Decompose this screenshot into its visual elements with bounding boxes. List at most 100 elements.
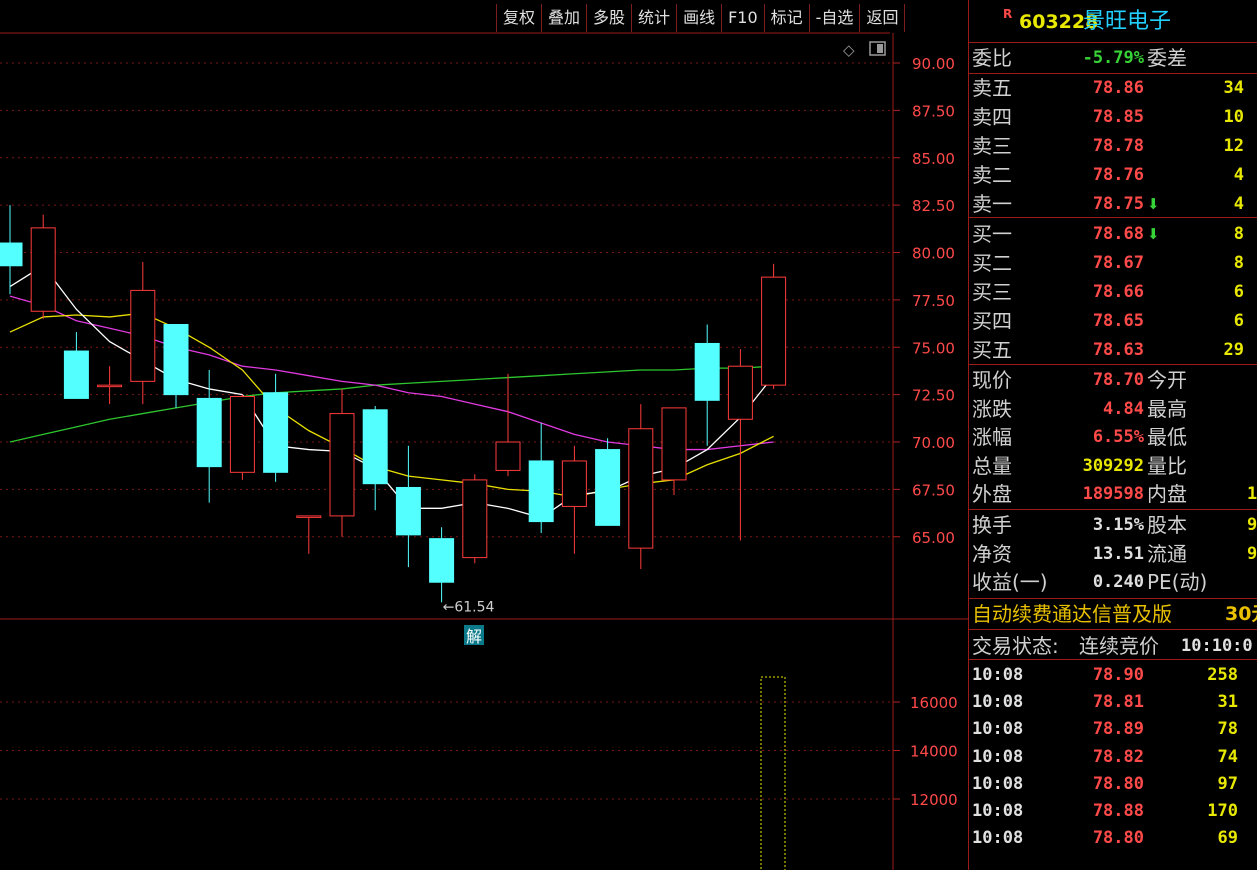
multi-stock-button[interactable]: 多股 [586,4,631,32]
candle-body[interactable] [495,441,521,471]
quote-value: 4.84 [1103,398,1144,419]
tick-time: 10:08 [972,719,1024,740]
statistics-button[interactable]: 统计 [631,4,676,32]
sell-order-row[interactable]: 卖四 78.85 10 [969,103,1257,131]
window-icon-fill [877,44,883,53]
candle-body[interactable] [362,409,388,485]
candle-body[interactable] [628,428,654,549]
candle-body[interactable] [694,342,720,401]
stock-name: 景旺电子 [1083,9,1172,34]
sell-order-price: 78.76 [1092,165,1144,185]
buy-order-volume: 8 [1233,224,1244,244]
buy-order-row[interactable]: 买二 78.67 8 [969,249,1257,277]
buy-order-level-label: 买四 [972,309,1012,333]
candle-body[interactable] [263,392,289,473]
quote-label: 总量 [972,453,1012,478]
candle-body[interactable] [97,384,123,388]
tick-time: 10:08 [972,692,1024,713]
quote-row: 涨幅 6.55% 最低 [969,423,1257,451]
candle-body[interactable] [561,460,587,507]
order-ratio-value: -5.79% [1082,48,1144,68]
sell-order-row[interactable]: 卖五 78.86 34 [969,74,1257,102]
back-button[interactable]: 返回 [859,4,906,32]
candle-body[interactable] [395,486,421,536]
buy-order-volume: 6 [1233,311,1244,331]
tick-row: 10:08 78.80 97 [969,770,1257,798]
sell-order-row[interactable]: 卖一 78.75 ⬇ 4 [969,190,1257,218]
sell-order-volume: 4 [1233,165,1244,185]
down-arrow-icon: ⬇ [1147,195,1160,213]
fundamentals-label-2: 流通 [1147,541,1187,566]
price-axis-label: 87.50 [912,102,955,120]
diamond-icon[interactable]: ◇ [843,41,855,59]
price-axis-label: 77.50 [912,292,955,310]
candle-body[interactable] [528,460,554,523]
buy-order-row[interactable]: 买一 78.68 ⬇ 8 [969,220,1257,248]
fundamentals-value: 13.51 [1092,543,1144,564]
quote-value: 189598 [1082,484,1144,504]
buy-order-row[interactable]: 买五 78.63 29 [969,336,1257,364]
quote-label-2: 今开 [1147,368,1187,392]
mark-button[interactable]: 标记 [763,4,809,32]
tick-price: 78.80 [1092,773,1144,794]
sell-order-row[interactable]: 卖三 78.78 12 [969,132,1257,160]
kline-chart[interactable]: 90.00 87.50 85.00 82.50 80.00 77.50 75.00 72.50… [0,0,968,870]
tick-volume: 74 [1217,746,1238,767]
buy-order-price: 78.63 [1092,340,1144,360]
down-arrow-icon: ⬇ [1147,225,1160,243]
quote-row: 外盘 189598 内盘 1 [969,480,1257,508]
sell-order-level-label: 卖一 [972,192,1012,216]
tick-row: 10:08 78.81 31 [969,688,1257,716]
candle-body[interactable] [462,479,488,559]
draw-line-button[interactable]: 画线 [676,4,721,32]
candle-body[interactable] [661,407,687,481]
candle-body[interactable] [727,365,753,420]
tick-row: 10:08 78.80 69 [969,824,1257,852]
buy-order-row[interactable]: 买四 78.65 6 [969,307,1257,335]
sell-order-price: 78.85 [1092,107,1144,127]
quote-value: 6.55% [1092,427,1144,447]
fundamentals-label: 净资 [972,541,1012,566]
price-axis-label: 75.00 [912,339,955,357]
candle-body[interactable] [30,227,56,312]
trade-status-value: 连续竞价 [1079,634,1159,658]
candle-body[interactable] [761,276,787,386]
candle-body[interactable] [229,396,255,473]
sell-order-price: 78.75 [1092,194,1144,214]
sell-order-price: 78.86 [1092,78,1144,98]
restore-rights-button[interactable]: 复权 [496,4,541,32]
ad-banner[interactable]: 自动续费通达信普及版 30元 [969,600,1257,628]
candle-body[interactable] [329,413,355,517]
price-axis-label: 82.50 [912,197,955,215]
candle-body[interactable] [130,289,156,382]
ma-white-line [9,264,775,519]
candle-body[interactable] [196,397,222,468]
buy-order-row[interactable]: 买三 78.66 6 [969,278,1257,306]
fundamentals-label-2: 股本 [1147,513,1187,537]
ad-banner-tail: 30元 [1225,603,1257,625]
candle-body[interactable] [0,242,23,267]
sell-order-level-label: 卖五 [972,76,1012,100]
tick-volume: 69 [1217,828,1238,849]
sell-order-row[interactable]: 卖二 78.76 4 [969,161,1257,189]
candle-body[interactable] [429,538,455,583]
f10-button[interactable]: F10 [721,4,764,32]
candle-body[interactable] [296,515,322,518]
overlay-button[interactable]: 叠加 [541,4,586,32]
fundamentals-value: 3.15% [1092,515,1144,535]
ma-yellow-line [9,312,774,498]
tick-price: 78.82 [1092,746,1144,767]
sell-order-level-label: 卖三 [972,134,1012,158]
quote-value: 78.70 [1092,370,1144,390]
candle-body[interactable] [163,324,189,396]
sell-order-volume: 34 [1223,78,1244,98]
low-price-marker: ←61.54 [443,599,495,615]
volume-bar [760,676,786,870]
tick-price: 78.80 [1092,828,1144,849]
quote-label-2: 量比 [1147,453,1187,478]
candle-body[interactable] [595,449,621,526]
candle-body[interactable] [63,350,89,399]
buy-order-level-label: 买三 [972,280,1012,304]
remove-watchlist-button[interactable]: -自选 [808,4,860,32]
sell-order-volume: 10 [1223,107,1244,127]
